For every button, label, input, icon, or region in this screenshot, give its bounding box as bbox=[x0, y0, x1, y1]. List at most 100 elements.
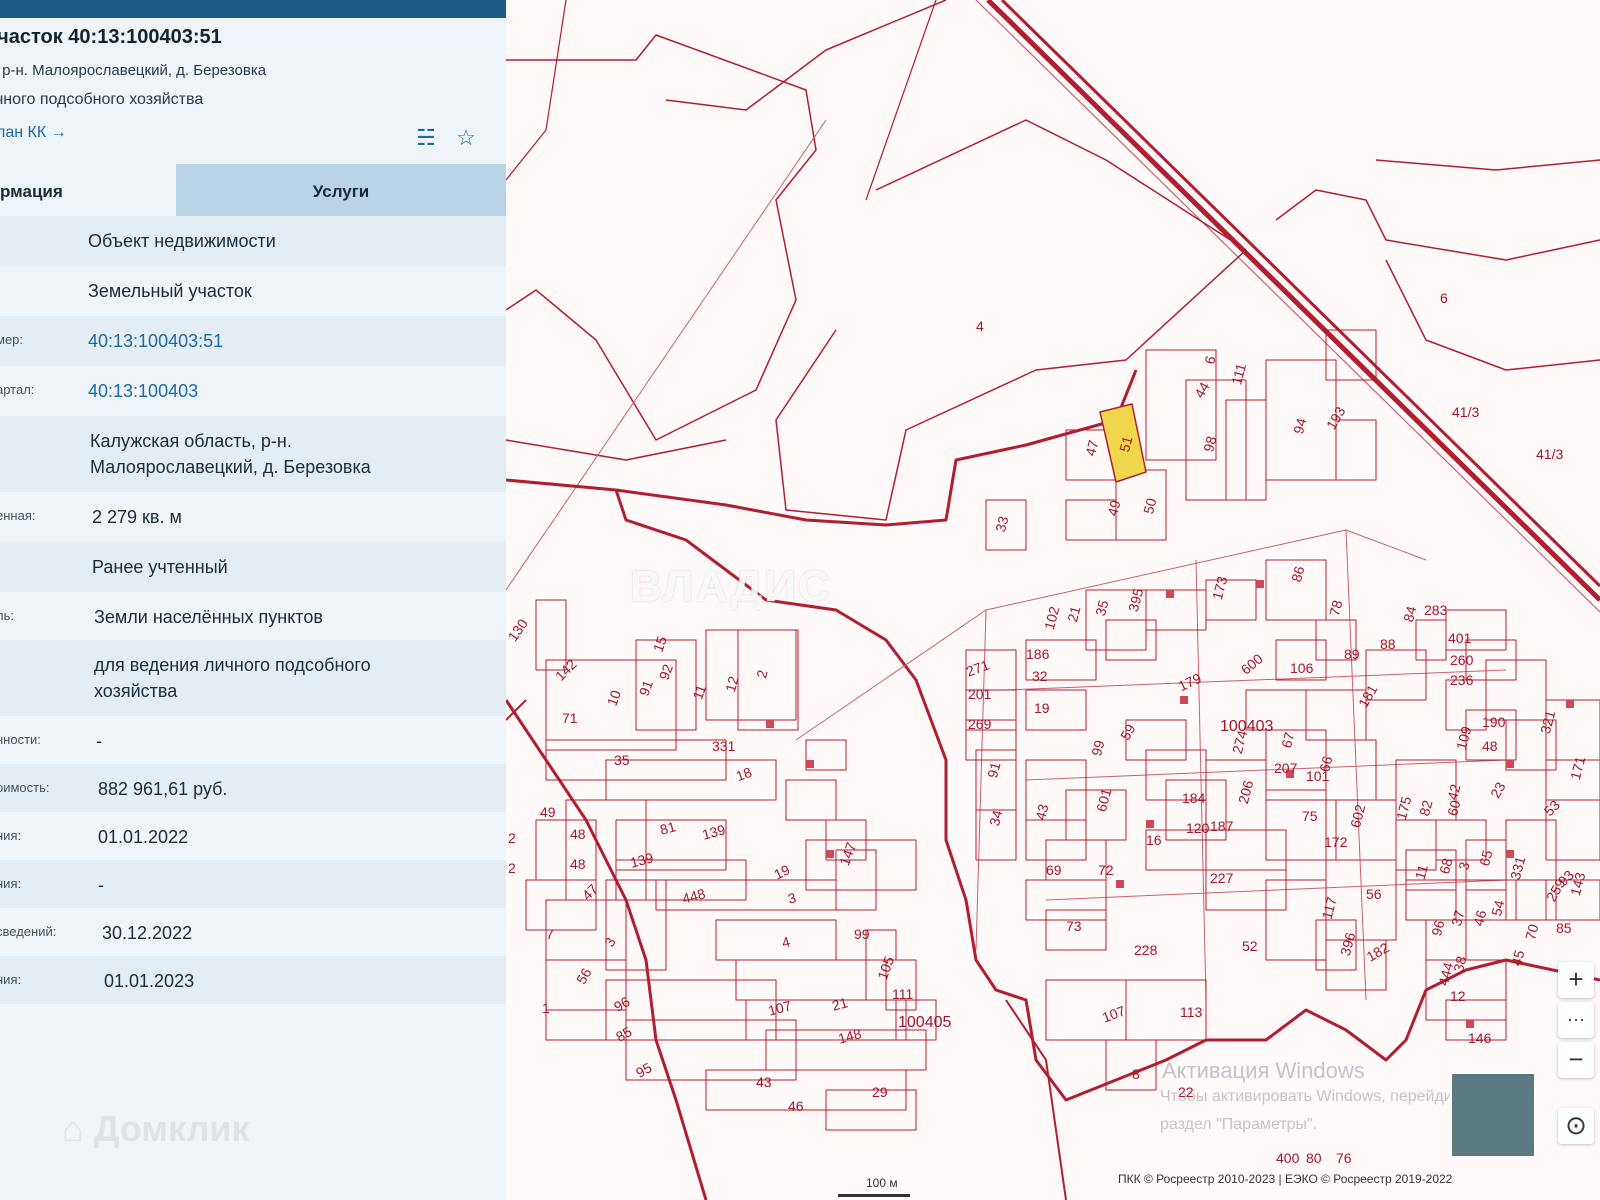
parcel-number-label: 52 bbox=[1242, 938, 1258, 954]
parcel-number-label: 172 bbox=[1324, 834, 1348, 850]
attribute-row: ль: Земли населённых пунктов bbox=[0, 592, 506, 642]
parcel-boundary bbox=[1005, 999, 1067, 1200]
parcel-boundary bbox=[1325, 739, 1377, 801]
parcel-boundary bbox=[506, 0, 567, 181]
attribute-value: 882 961,61 руб. bbox=[98, 779, 228, 799]
parcel-number-label: 46 bbox=[788, 1098, 804, 1114]
parcel-number-label: 41/3 bbox=[1536, 446, 1564, 462]
vladis-watermark: ВЛАДИС bbox=[630, 562, 832, 611]
attribute-row: сведений: 30.12.2022 bbox=[0, 908, 506, 956]
cadastral-block-label: 100405 bbox=[898, 1014, 952, 1031]
attribute-label: оимость: bbox=[0, 780, 50, 795]
parcel-number-label: 99 bbox=[854, 926, 870, 942]
attribute-value: 30.12.2022 bbox=[102, 923, 193, 943]
windows-activation-line3: раздел "Параметры". bbox=[1160, 1116, 1318, 1133]
parcel-number-label: 76 bbox=[1336, 1150, 1352, 1166]
building-marker bbox=[1506, 760, 1514, 768]
parcel-boundary bbox=[1105, 619, 1157, 661]
parcel-number-label: 73 bbox=[1066, 918, 1082, 934]
parcel-number-label: 49 bbox=[540, 804, 556, 820]
attribute-row: оимость: 882 961,61 руб. bbox=[0, 764, 506, 812]
attribute-row: Ранее учтенный bbox=[0, 542, 506, 592]
attribute-value: 01.01.2023 bbox=[104, 971, 195, 991]
parcel-number-label: 85 bbox=[1556, 920, 1572, 936]
attribute-value: 2 279 кв. м bbox=[92, 507, 182, 527]
attribute-label: мер: bbox=[0, 332, 24, 347]
attribute-label: ния: bbox=[0, 876, 22, 891]
more-icon[interactable]: ··· bbox=[1558, 1002, 1594, 1038]
attribute-value[interactable]: 40:13:100403 bbox=[88, 378, 198, 404]
parcel-number-label: 113 bbox=[1180, 1004, 1203, 1020]
attribute-value: Земли населённых пунктов bbox=[94, 607, 323, 627]
parcel-boundary bbox=[1025, 879, 1107, 921]
parcel-number-label: 228 bbox=[1134, 942, 1158, 958]
attribute-row: ния: 01.01.2023 bbox=[0, 956, 506, 1004]
parcel-boundary bbox=[986, 0, 1600, 602]
compass-icon[interactable]: ⊙ bbox=[1558, 1108, 1594, 1144]
parcel-boundary bbox=[545, 899, 627, 1011]
parcel-number-label: 6 bbox=[1440, 290, 1448, 306]
parcel-boundary bbox=[605, 879, 667, 971]
parcel-number-label: 400 bbox=[1276, 1150, 1300, 1166]
attribute-row: нности: - bbox=[0, 716, 506, 764]
attribute-label: ль: bbox=[0, 608, 14, 623]
parcel-number-label: 120 bbox=[1186, 820, 1210, 836]
parcel-boundary bbox=[785, 779, 837, 821]
cadastral-map[interactable]: 4 6 41/3 41/3 51 47 49 50 33 44 6 111 98 94 193 130 142 7… bbox=[506, 0, 1600, 1200]
parcel-number-label: 72 bbox=[1098, 862, 1114, 878]
tab-services[interactable]: Услуги bbox=[176, 164, 506, 220]
zoom-in-icon[interactable]: + bbox=[1558, 962, 1594, 998]
parcel-number-label: 201 bbox=[968, 686, 992, 702]
parcel-number-label: 48 bbox=[570, 856, 586, 872]
building-marker bbox=[1166, 590, 1174, 598]
attribute-value[interactable]: 40:13:100403:51 bbox=[88, 328, 223, 354]
parcel-number-label: 227 bbox=[1210, 870, 1234, 886]
zoom-out-icon[interactable]: − bbox=[1558, 1042, 1594, 1078]
favorite-star-icon[interactable]: ☆ bbox=[452, 124, 480, 152]
parcel-number-label: 260 bbox=[1450, 652, 1474, 668]
parcel-number-label: 146 bbox=[1468, 1030, 1492, 1046]
parcel-number-label: 35 bbox=[614, 752, 630, 768]
parcel-use-short: ичного подсобного хозяйства bbox=[0, 91, 204, 108]
parcel-number-label: 186 bbox=[1026, 646, 1050, 662]
attribute-value: Земельный участок bbox=[88, 281, 252, 301]
building-marker bbox=[1180, 696, 1188, 704]
parcel-number-label: 71 bbox=[562, 710, 578, 726]
attribute-row: мер: 40:13:100403:51 bbox=[0, 316, 506, 366]
attribute-value: 01.01.2022 bbox=[98, 827, 189, 847]
parcel-number-label: 29 bbox=[872, 1084, 888, 1100]
attribute-row: енная: 2 279 кв. м bbox=[0, 492, 506, 542]
parcel-number-label: 207 bbox=[1274, 760, 1298, 776]
parcel-boundary bbox=[506, 34, 817, 441]
parcel-number-label: 401 bbox=[1448, 630, 1472, 646]
parcel-number-label: 89 bbox=[1344, 646, 1360, 662]
parcel-boundary bbox=[1375, 159, 1600, 171]
windows-activation-line2: Чтобы активировать Windows, перейдите в bbox=[1160, 1088, 1482, 1105]
tab-information[interactable]: рмация bbox=[0, 164, 200, 220]
parcel-number-label: 43 bbox=[756, 1074, 772, 1090]
parcel-address-short: ь, р-н. Малоярославецкий, д. Березовка bbox=[0, 62, 267, 79]
parcel-boundary bbox=[805, 839, 917, 891]
building-marker bbox=[1146, 820, 1154, 828]
parcel-number-label: 7 bbox=[546, 926, 554, 942]
zoom-to-object-icon[interactable]: ☵ bbox=[412, 124, 440, 152]
parcel-number-label: 111 bbox=[892, 986, 914, 1002]
parcel-number-label: 16 bbox=[1146, 832, 1162, 848]
attribute-value: - bbox=[98, 875, 104, 895]
attribute-row: для ведения личного подсобного хозяйства bbox=[0, 640, 506, 716]
parcel-number-label: 48 bbox=[1482, 738, 1498, 754]
cadastral-plan-link[interactable]: лан КК → bbox=[0, 124, 67, 142]
attribute-row: артал: 40:13:100403 bbox=[0, 366, 506, 416]
parcel-boundary bbox=[615, 369, 1138, 527]
attribute-row: Земельный участок bbox=[0, 266, 506, 316]
building-marker bbox=[1116, 880, 1124, 888]
parcel-number-label: 331 bbox=[712, 738, 736, 754]
attribute-row: Объект недвижимости bbox=[0, 216, 506, 266]
scale-label: 100 м bbox=[866, 1176, 898, 1190]
attribute-row: ния: 01.01.2022 bbox=[0, 812, 506, 860]
parcel-boundary bbox=[865, 0, 937, 201]
building-marker bbox=[1466, 1020, 1474, 1028]
attribute-value: Ранее учтенный bbox=[92, 557, 228, 577]
minimap-thumbnail[interactable] bbox=[1450, 1072, 1536, 1158]
attribute-label: ния: bbox=[0, 828, 22, 843]
